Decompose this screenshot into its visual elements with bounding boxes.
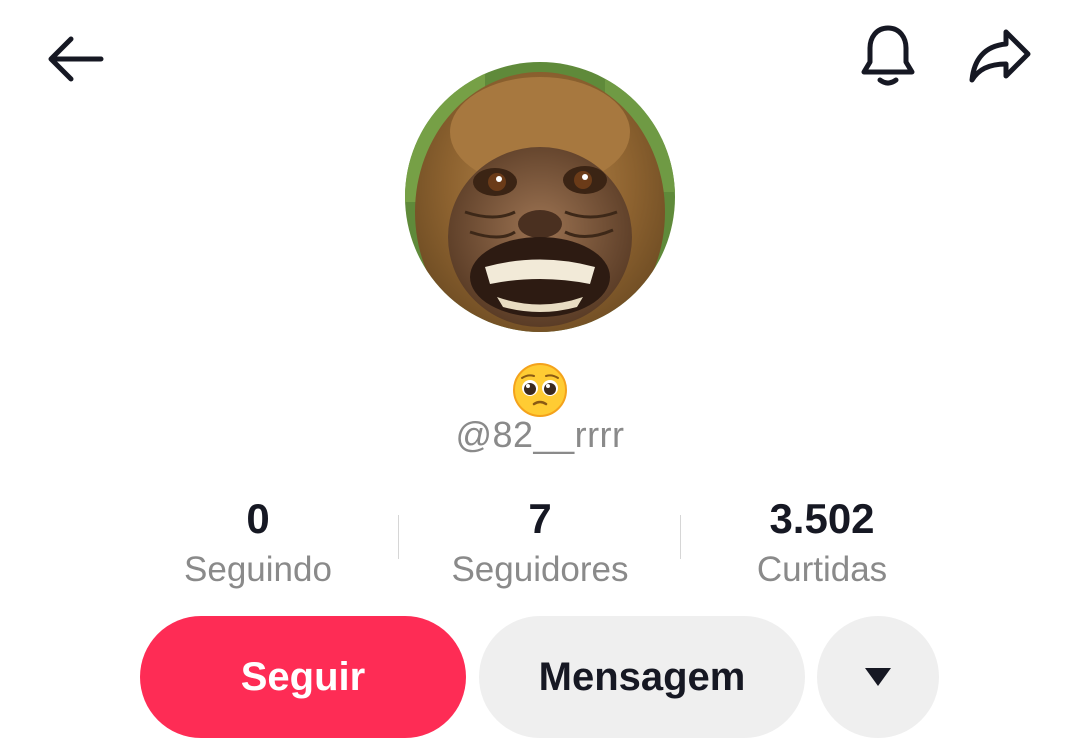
stat-following[interactable]: 0 Seguindo	[128, 492, 388, 592]
pleading-face-emoji-icon	[513, 363, 567, 417]
bell-icon	[861, 25, 915, 86]
stat-value: 0	[246, 495, 270, 542]
notification-button[interactable]	[852, 20, 924, 92]
stat-likes[interactable]: 3.502 Curtidas	[692, 492, 952, 592]
stat-followers[interactable]: 7 Seguidores	[410, 492, 670, 592]
username: @82__rrrr	[455, 414, 625, 455]
stat-divider	[680, 515, 681, 559]
profile-page: 🥺 @82__rrrr 0 Seguindo 7 Seguidores 3.50…	[0, 0, 1080, 747]
stat-label: Seguindo	[184, 550, 332, 589]
more-options-button[interactable]	[817, 616, 939, 738]
stat-label: Curtidas	[756, 550, 888, 589]
share-arrow-icon	[969, 29, 1031, 83]
caret-down-icon	[865, 668, 891, 686]
stat-divider	[398, 515, 399, 559]
follow-button[interactable]: Seguir	[140, 616, 466, 738]
stat-value: 3.502	[769, 495, 875, 542]
avatar[interactable]	[405, 62, 675, 332]
arrow-left-icon	[48, 36, 104, 82]
back-button[interactable]	[40, 22, 110, 92]
monkey-avatar-image	[405, 62, 675, 332]
message-button[interactable]: Mensagem	[479, 616, 805, 738]
share-button[interactable]	[962, 20, 1038, 92]
stat-value: 7	[528, 495, 552, 542]
stat-label: Seguidores	[451, 550, 629, 589]
